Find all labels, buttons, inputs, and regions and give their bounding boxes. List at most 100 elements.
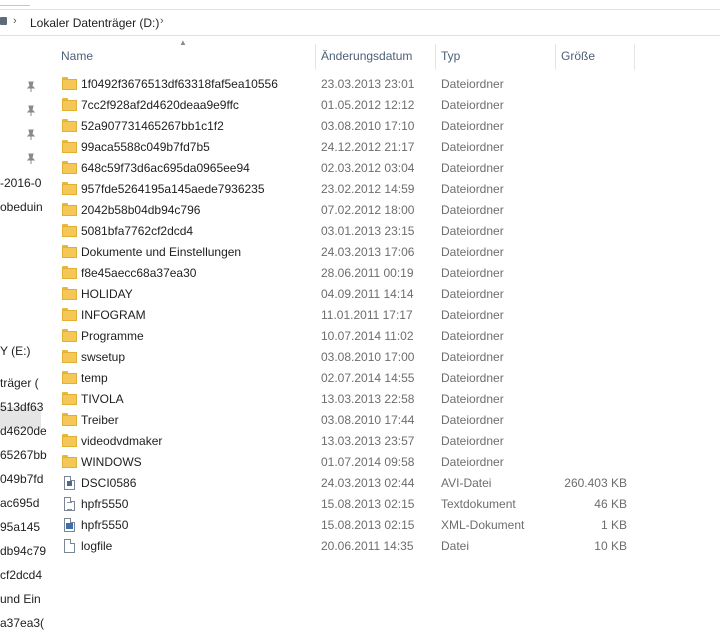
- file-name: f8e45aecc68a37ea30: [81, 266, 197, 280]
- file-date: 15.08.2013 02:15: [321, 497, 415, 511]
- file-name: Dokumente und Einstellungen: [81, 245, 242, 259]
- folder-icon: [62, 266, 77, 280]
- file-type: Dateiordner: [441, 77, 504, 91]
- nav-item[interactable]: 65267bb: [0, 448, 47, 462]
- file-name: TIVOLA: [81, 392, 124, 406]
- chevron-right-icon[interactable]: ›: [160, 15, 164, 27]
- nav-item-drive-e[interactable]: Y (E:): [0, 344, 30, 358]
- file-row[interactable]: HOLIDAY 04.09.2011 14:14 Dateiordner: [56, 284, 640, 305]
- chevron-right-icon[interactable]: ›: [13, 15, 17, 27]
- folder-icon: [62, 182, 77, 196]
- file-row[interactable]: f8e45aecc68a37ea30 28.06.2011 00:19 Dateio…: [56, 263, 640, 284]
- folder-icon: [62, 455, 77, 469]
- folder-icon: [62, 77, 77, 91]
- file-row[interactable]: videodvdmaker 13.03.2013 23:57 Dateiordner: [56, 431, 640, 452]
- file-name: WINDOWS: [81, 455, 142, 469]
- file-name: videodvdmaker: [81, 434, 163, 448]
- file-row[interactable]: logfile 20.06.2011 14:35 Datei 10 KB: [56, 536, 640, 557]
- pin-icon[interactable]: [25, 153, 37, 165]
- column-divider[interactable]: [634, 44, 635, 70]
- file-row[interactable]: TIVOLA 13.03.2013 22:58 Dateiordner: [56, 389, 640, 410]
- column-header-name[interactable]: Name: [56, 44, 314, 68]
- nav-item[interactable]: 049b7fd: [0, 472, 43, 486]
- generic-file-icon: [62, 539, 77, 553]
- nav-item[interactable]: und Ein: [0, 592, 41, 606]
- file-type: Dateiordner: [441, 350, 504, 364]
- address-bar[interactable]: › Lokaler Datenträger (D:) ›: [0, 11, 720, 36]
- file-date: 20.06.2011 14:35: [321, 539, 414, 553]
- file-row[interactable]: hpfr5550 15.08.2013 02:15 XML-Dokument 1 KB: [56, 515, 640, 536]
- file-type: Dateiordner: [441, 392, 504, 406]
- text-file-icon: [62, 497, 77, 511]
- file-row[interactable]: WINDOWS 01.07.2014 09:58 Dateiordner: [56, 452, 640, 473]
- file-row[interactable]: temp 02.07.2014 14:55 Dateiordner: [56, 368, 640, 389]
- file-row[interactable]: 648c59f73d6ac695da0965ee94 02.03.2012 03:…: [56, 158, 640, 179]
- pin-icon[interactable]: [25, 81, 37, 93]
- video-file-icon: [62, 476, 77, 490]
- file-name: HOLIDAY: [81, 287, 133, 301]
- file-type: Dateiordner: [441, 287, 504, 301]
- nav-item[interactable]: cf2dcd4: [0, 568, 42, 582]
- file-date: 23.03.2013 23:01: [321, 77, 415, 91]
- nav-item[interactable]: ac695d: [0, 496, 39, 510]
- file-name: 2042b58b04db94c796: [81, 203, 201, 217]
- file-name: 957fde5264195a145aede7936235: [81, 182, 265, 196]
- file-row[interactable]: hpfr5550 15.08.2013 02:15 Textdokument 46 K…: [56, 494, 640, 515]
- file-row[interactable]: Dokumente und Einstellungen 24.03.2013 17…: [56, 242, 640, 263]
- column-header-date[interactable]: Änderungsdatum: [316, 44, 434, 68]
- folder-icon: [62, 245, 77, 259]
- file-date: 03.01.2013 23:15: [321, 224, 415, 238]
- folder-icon: [62, 392, 77, 406]
- folder-icon: [62, 434, 77, 448]
- file-name: INFOGRAM: [81, 308, 146, 322]
- file-type: AVI-Datei: [441, 476, 492, 490]
- folder-icon: [62, 140, 77, 154]
- file-date: 02.03.2012 03:04: [321, 161, 415, 175]
- nav-item[interactable]: -2016-0: [0, 176, 41, 190]
- window-top-strip: [0, 0, 720, 10]
- file-row[interactable]: 99aca5588c049b7fd7b5 24.12.2012 21:17 Date…: [56, 137, 640, 158]
- file-type: Dateiordner: [441, 161, 504, 175]
- pin-icon[interactable]: [25, 129, 37, 141]
- file-name: 7cc2f928af2d4620deaa9e9ffc: [81, 98, 239, 112]
- file-row[interactable]: 7cc2f928af2d4620deaa9e9ffc 01.05.2012 12:…: [56, 95, 640, 116]
- file-date: 24.03.2013 17:06: [321, 245, 415, 259]
- folder-icon: [62, 413, 77, 427]
- file-name: Programme: [81, 329, 144, 343]
- nav-item[interactable]: a37ea3(: [0, 616, 44, 630]
- file-name: swsetup: [81, 350, 126, 364]
- file-row[interactable]: Treiber 03.08.2010 17:44 Dateiordner: [56, 410, 640, 431]
- nav-item[interactable]: 95a145: [0, 520, 40, 534]
- ribbon-edge: [0, 0, 30, 6]
- nav-item[interactable]: obeduin: [0, 200, 43, 214]
- navigation-pane: -2016-0 obeduin Y (E:) träger ( 513df63 …: [0, 36, 47, 637]
- column-header-date-label: Änderungsdatum: [321, 49, 413, 63]
- file-type: Dateiordner: [441, 119, 504, 133]
- file-row[interactable]: 5081bfa7762cf2dcd4 03.01.2013 23:15 Dateio…: [56, 221, 640, 242]
- nav-item[interactable]: d4620de: [0, 424, 47, 438]
- column-header-type[interactable]: Typ: [436, 44, 554, 68]
- nav-item[interactable]: db94c79: [0, 544, 46, 558]
- file-row[interactable]: swsetup 03.08.2010 17:00 Dateiordner: [56, 347, 640, 368]
- breadcrumb-current[interactable]: Lokaler Datenträger (D:): [30, 16, 159, 30]
- nav-item[interactable]: 513df63: [0, 400, 43, 414]
- file-row[interactable]: 52a907731465267bb1c1f2 03.08.2010 17:10 Da…: [56, 116, 640, 137]
- pin-icon[interactable]: [25, 105, 37, 117]
- file-type: Textdokument: [441, 497, 516, 511]
- drive-icon: [0, 17, 7, 25]
- file-date: 03.08.2010 17:00: [321, 350, 415, 364]
- folder-icon: [62, 119, 77, 133]
- nav-item-drive-d[interactable]: träger (: [0, 376, 39, 390]
- file-row[interactable]: INFOGRAM 11.01.2011 17:17 Dateiordner: [56, 305, 640, 326]
- file-row[interactable]: Programme 10.07.2014 11:02 Dateiordner: [56, 326, 640, 347]
- file-size: 10 KB: [594, 539, 627, 553]
- column-header-size[interactable]: Größe: [556, 44, 634, 68]
- file-row[interactable]: 1f0492f3676513df63318faf5ea10556 23.03.20…: [56, 74, 640, 95]
- file-name: temp: [81, 371, 108, 385]
- file-row[interactable]: 2042b58b04db94c796 07.02.2012 18:00 Dateio…: [56, 200, 640, 221]
- folder-icon: [62, 203, 77, 217]
- file-size: 46 KB: [594, 497, 627, 511]
- file-row[interactable]: DSCI0586 24.03.2013 02:44 AVI-Datei 260.403…: [56, 473, 640, 494]
- file-row[interactable]: 957fde5264195a145aede7936235 23.02.2012 1…: [56, 179, 640, 200]
- file-type: Datei: [441, 539, 470, 553]
